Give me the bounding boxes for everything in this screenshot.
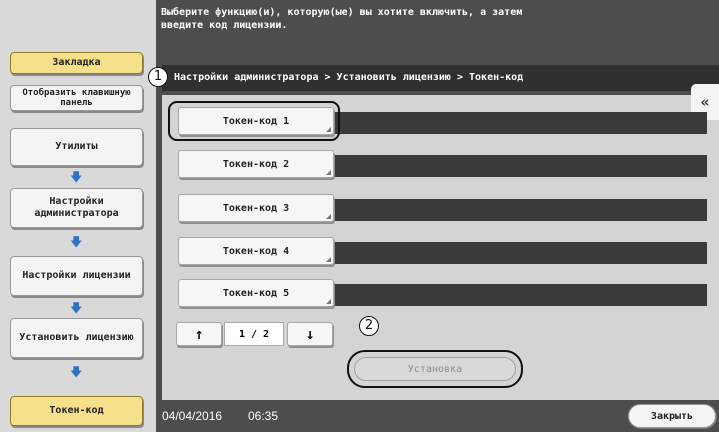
breadcrumb: Настройки администратора > Установить ли… [162,65,719,91]
step-utilities[interactable]: Утилиты [10,128,143,166]
callout-2: 2 [359,316,379,336]
token-button-5[interactable]: Токен-код 5 [178,279,334,307]
arrow-down-icon: 🡇 [70,170,83,184]
arrow-down-icon: 🡇 [70,301,83,315]
token-button-label: Токен-код 5 [222,287,290,299]
token-button-2[interactable]: Токен-код 2 [178,150,334,178]
token-field-1[interactable] [334,112,707,134]
token-field-4[interactable] [334,242,707,264]
status-date: 04/04/2016 [162,409,223,423]
show-keypad-button[interactable]: Отобразить клавишную панель [10,85,143,111]
page-up-button[interactable]: ↑ [176,322,222,346]
callout-1: 1 [148,67,168,87]
step-admin-settings[interactable]: Настройки администратора [10,188,143,228]
left-panel: Закладка Отобразить клавишную панель Ути… [0,0,156,432]
close-button[interactable]: Закрыть [628,404,716,428]
instruction-text: Выберите функцию(и), которую(ые) вы хоти… [161,7,523,31]
page-down-button[interactable]: ↓ [287,322,333,346]
instruction-bar: Выберите функцию(и), которую(ые) вы хоти… [156,0,719,50]
arrow-down-icon: 🡇 [70,235,83,249]
token-button-label: Токен-код 2 [222,158,290,170]
install-button[interactable]: Установка [354,357,516,381]
arrow-down-icon: 🡇 [70,365,83,379]
token-field-3[interactable] [334,199,707,221]
bookmark-button[interactable]: Закладка [10,52,143,74]
step-install-license[interactable]: Установить лицензию [10,318,143,358]
status-time: 06:35 [248,409,279,423]
token-button-3[interactable]: Токен-код 3 [178,194,334,222]
step-license-settings[interactable]: Настройки лицензии [10,256,143,296]
token-field-5[interactable] [334,284,707,306]
step-token-code[interactable]: Токен-код [10,396,143,426]
token-button-4[interactable]: Токен-код 4 [178,237,334,265]
token-field-2[interactable] [334,155,707,177]
selection-highlight [168,101,340,141]
token-button-label: Токен-код 4 [222,245,290,257]
token-button-label: Токен-код 3 [222,202,290,214]
page-indicator: 1 / 2 [224,322,284,346]
